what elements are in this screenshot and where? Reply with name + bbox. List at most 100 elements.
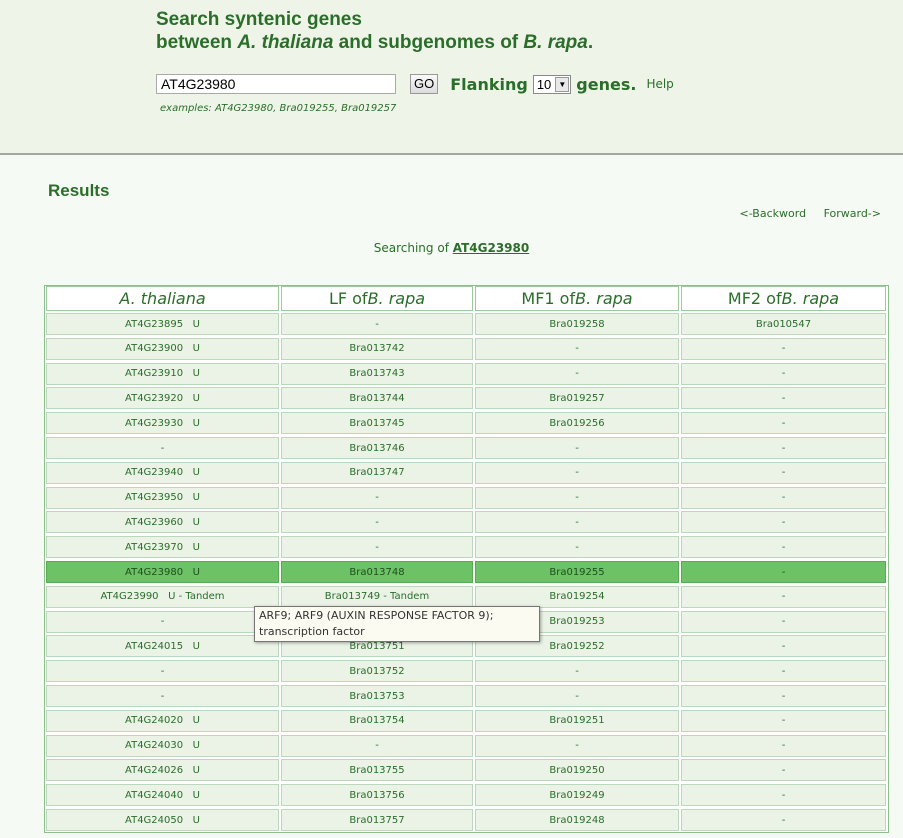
column-header: LF of B. rapa — [281, 286, 473, 311]
column-header-species: A. thaliana — [119, 289, 206, 308]
gene-link[interactable]: Bra013753 — [281, 685, 473, 707]
title-line-2: between A. thaliana and subgenomes of B.… — [156, 31, 593, 54]
tooltip-line-2: transcription factor — [259, 625, 365, 638]
gene-link[interactable]: Bra019254 — [475, 585, 679, 608]
gene-link[interactable]: Bra019257 — [475, 387, 679, 410]
table-cell: - — [475, 685, 679, 707]
gene-link[interactable]: AT4G23900 U — [46, 337, 279, 360]
gene-link[interactable]: Bra013756 — [281, 784, 473, 807]
gene-link[interactable]: Bra013755 — [281, 759, 473, 782]
go-button[interactable]: GO — [410, 74, 439, 94]
table-cell: - — [681, 709, 886, 732]
gene-link[interactable]: Bra010547 — [681, 313, 886, 335]
gene-link[interactable]: Bra019255 — [475, 561, 679, 583]
help-link[interactable]: Help — [646, 77, 673, 91]
table-cell: - — [681, 635, 886, 658]
column-header: MF1 of B. rapa — [475, 286, 679, 311]
table-cell: - — [681, 784, 886, 807]
gene-link[interactable]: AT4G23990 U - Tandem — [46, 585, 279, 608]
table-cell: - — [475, 337, 679, 360]
table-cell: - — [281, 313, 473, 335]
search-row: GO Flanking 10 ▼ genes. Help — [156, 72, 674, 96]
gene-link[interactable]: AT4G24020 U — [46, 709, 279, 732]
table-cell: - — [281, 536, 473, 559]
gene-link[interactable]: Bra019249 — [475, 784, 679, 807]
column-header: A. thaliana — [46, 286, 279, 311]
gene-link[interactable]: Bra019256 — [475, 412, 679, 435]
searching-of-text: Searching of AT4G23980 — [0, 241, 903, 255]
column-header-species: B. rapa — [781, 289, 840, 308]
table-cell: - — [681, 809, 886, 831]
table-cell: - — [46, 685, 279, 707]
gene-link[interactable]: AT4G24030 U — [46, 734, 279, 757]
gene-link[interactable]: Bra013742 — [281, 337, 473, 360]
table-row: AT4G23900 U Bra013742- - — [45, 337, 888, 360]
table-cell: - — [281, 734, 473, 757]
searching-query-link[interactable]: AT4G23980 — [453, 241, 530, 255]
gene-search-input[interactable] — [156, 74, 396, 94]
flanking-select[interactable]: 10 ▼ — [532, 74, 572, 94]
gene-link[interactable]: AT4G23980 U — [46, 561, 279, 583]
gene-link[interactable]: Bra013748 — [281, 561, 473, 583]
table-row: - Bra013746- - — [45, 437, 888, 459]
gene-link[interactable]: Bra019251 — [475, 709, 679, 732]
table-cell: - — [475, 660, 679, 683]
gene-link[interactable]: Bra013743 — [281, 362, 473, 385]
gene-link[interactable]: Bra013757 — [281, 809, 473, 831]
table-row: AT4G23930 U Bra013745 Bra019256- — [45, 412, 888, 435]
gene-link[interactable]: AT4G23895 U — [46, 313, 279, 335]
gene-link[interactable]: Bra013747 — [281, 461, 473, 484]
table-row: - Bra013753- - — [45, 685, 888, 707]
title-species-thaliana: A. thaliana — [237, 32, 334, 53]
gene-link[interactable]: AT4G23930 U — [46, 412, 279, 435]
table-row: AT4G23960 U--- — [45, 511, 888, 534]
gene-link[interactable]: AT4G23970 U — [46, 536, 279, 559]
column-header: MF2 of B. rapa — [681, 286, 886, 311]
gene-link[interactable]: Bra013744 — [281, 387, 473, 410]
synteny-table: A. thaliana LF of B. rapa MF1 of B. rapa MF… — [44, 285, 889, 833]
gene-link[interactable]: AT4G23920 U — [46, 387, 279, 410]
table-row: AT4G24020 U Bra013754 Bra019251- — [45, 709, 888, 732]
table-row: AT4G23920 U Bra013744 Bra019257- — [45, 387, 888, 410]
table-cell: - — [681, 511, 886, 534]
gene-link[interactable]: Bra013746 — [281, 437, 473, 459]
gene-link[interactable]: Bra019248 — [475, 809, 679, 831]
gene-link[interactable]: AT4G23910 U — [46, 362, 279, 385]
table-header-row: A. thaliana LF of B. rapa MF1 of B. rapa MF… — [45, 286, 888, 311]
table-cell: - — [475, 362, 679, 385]
gene-link[interactable]: AT4G23950 U — [46, 486, 279, 509]
table-cell: - — [281, 486, 473, 509]
gene-link[interactable]: Bra019250 — [475, 759, 679, 782]
table-cell: - — [681, 461, 886, 484]
gene-link[interactable]: AT4G23960 U — [46, 511, 279, 534]
table-row: AT4G23895 U - Bra019258 Bra010547 — [45, 313, 888, 335]
table-cell: - — [281, 511, 473, 534]
table-cell: - — [681, 585, 886, 608]
table-row: AT4G23990 U - Tandem Bra013749 - Tandem Br… — [45, 585, 888, 608]
gene-link[interactable]: AT4G23940 U — [46, 461, 279, 484]
table-row: AT4G23950 U--- — [45, 486, 888, 509]
column-header-text: MF1 of — [521, 289, 576, 308]
table-cell: - — [681, 486, 886, 509]
flanking-label: Flanking — [450, 74, 528, 94]
table-cell: - — [475, 486, 679, 509]
gene-link[interactable]: Bra013754 — [281, 709, 473, 732]
gene-link[interactable]: AT4G24040 U — [46, 784, 279, 807]
tooltip-line-1: ARF9; ARF9 (AUXIN RESPONSE FACTOR 9); — [259, 609, 494, 622]
gene-link[interactable]: Bra019258 — [475, 313, 679, 335]
gene-link[interactable]: AT4G24050 U — [46, 809, 279, 831]
gene-link[interactable]: Bra013749 - Tandem — [281, 585, 473, 608]
gene-link[interactable]: AT4G24026 U — [46, 759, 279, 782]
page-title: Search syntenic genes between A. thalian… — [156, 8, 593, 54]
title-text: and subgenomes of — [333, 32, 524, 53]
backward-link[interactable]: <-Backword — [740, 207, 807, 220]
dropdown-arrow-icon[interactable]: ▼ — [555, 76, 570, 92]
gene-link[interactable]: Bra013745 — [281, 412, 473, 435]
table-cell: - — [681, 412, 886, 435]
gene-link[interactable]: AT4G24015 U — [46, 635, 279, 658]
gene-link[interactable]: Bra013752 — [281, 660, 473, 683]
forward-link[interactable]: Forward-> — [824, 207, 881, 220]
results-section: Results <-Backword Forward-> Searching o… — [0, 155, 903, 838]
table-cell: - — [681, 660, 886, 683]
title-text: between — [156, 32, 238, 53]
